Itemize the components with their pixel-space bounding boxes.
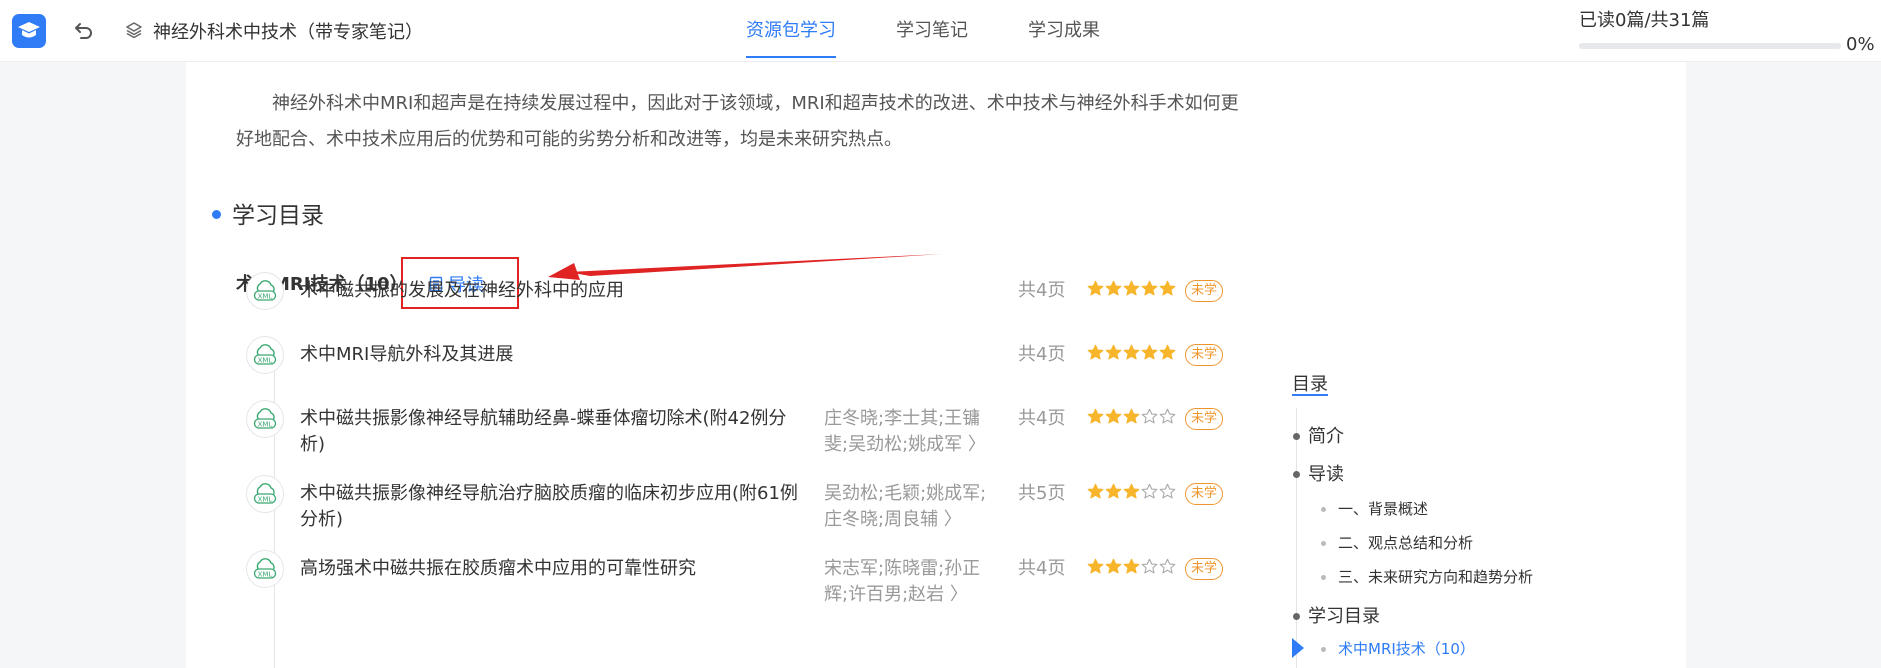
star-empty-icon [1159, 408, 1176, 424]
star-filled-icon [1087, 344, 1104, 360]
star-filled-icon [1123, 280, 1140, 296]
svg-text:XML: XML [258, 292, 273, 300]
app-logo[interactable] [12, 14, 46, 48]
article-rating [1087, 408, 1176, 425]
star-filled-icon [1087, 483, 1104, 499]
article-pages: 共4页 [1018, 280, 1066, 301]
star-empty-icon [1141, 408, 1158, 424]
star-filled-icon [1123, 483, 1140, 499]
status-badge: 未学 [1185, 344, 1224, 366]
xml-icon: XML [246, 475, 284, 513]
toc-title: 目录 [1292, 374, 1328, 395]
section-title: 学习目录 [232, 203, 324, 229]
article-pages: 共5页 [1018, 483, 1066, 504]
graduation-cap-icon [18, 22, 40, 38]
tab-study-notes[interactable]: 学习笔记 [896, 16, 968, 58]
svg-text:XML: XML [258, 356, 273, 364]
star-filled-icon [1105, 483, 1122, 499]
section-bullet [212, 210, 221, 219]
star-empty-icon [1141, 558, 1158, 574]
article-authors[interactable]: 庄冬晓;李士其;王镛斐;吴劲松;姚成军 〉 [824, 406, 1004, 458]
star-empty-icon [1159, 558, 1176, 574]
toc-current-marker-icon [1292, 638, 1304, 658]
layers-icon [124, 20, 144, 40]
article-title[interactable]: 术中磁共振影像神经导航治疗脑胶质瘤的临床初步应用(附61例分析) [300, 481, 805, 533]
article-pages: 共4页 [1018, 558, 1066, 579]
article-rating [1087, 558, 1176, 575]
star-filled-icon [1105, 408, 1122, 424]
xml-icon: XML [246, 272, 284, 310]
article-title[interactable]: 高场强术中磁共振在胶质瘤术中应用的可靠性研究 [300, 556, 805, 582]
star-filled-icon [1159, 344, 1176, 360]
status-badge: 未学 [1185, 408, 1224, 430]
top-header: 神经外科术中技术（带专家笔记） 资源包学习 学习笔记 学习成果 已读0篇/共31… [0, 0, 1881, 62]
xml-icon: XML [246, 550, 284, 588]
svg-text:XML: XML [258, 420, 273, 428]
toc-item[interactable]: 导读 [1308, 460, 1344, 486]
tab-study-results[interactable]: 学习成果 [1028, 16, 1100, 58]
article-pages: 共4页 [1018, 344, 1066, 365]
back-icon[interactable] [72, 19, 96, 43]
toc-bullet [1321, 647, 1326, 652]
star-filled-icon [1141, 344, 1158, 360]
article-rating [1087, 280, 1176, 297]
toc-item[interactable]: 一、背景概述 [1338, 498, 1428, 519]
star-filled-icon [1123, 558, 1140, 574]
article-rating [1087, 344, 1176, 361]
star-filled-icon [1087, 408, 1104, 424]
star-filled-icon [1123, 344, 1140, 360]
article-rating [1087, 483, 1176, 500]
toc-line [1296, 408, 1297, 668]
svg-text:XML: XML [258, 495, 273, 503]
star-filled-icon [1123, 408, 1140, 424]
toc-item[interactable]: 学习目录 [1308, 602, 1380, 628]
toc-item[interactable]: 二、观点总结和分析 [1338, 532, 1473, 553]
xml-icon: XML [246, 400, 284, 438]
article-title[interactable]: 术中磁共振的发展及在神经外科中的应用 [300, 278, 805, 304]
toc-bullet [1321, 541, 1326, 546]
article-title[interactable]: 术中MRI导航外科及其进展 [300, 342, 805, 368]
tab-resource-study[interactable]: 资源包学习 [746, 16, 836, 58]
star-filled-icon [1105, 280, 1122, 296]
reading-progress-text: 已读0篇/共31篇 [1579, 10, 1710, 31]
status-badge: 未学 [1185, 558, 1224, 580]
toc-title-underline [1292, 394, 1328, 396]
article-pages: 共4页 [1018, 408, 1066, 429]
reading-progress-percent: 0% [1846, 34, 1875, 55]
svg-text:XML: XML [258, 570, 273, 578]
star-filled-icon [1159, 280, 1176, 296]
toc-item[interactable]: 简介 [1308, 422, 1344, 448]
status-badge: 未学 [1185, 280, 1224, 302]
star-empty-icon [1159, 483, 1176, 499]
course-title: 神经外科术中技术（带专家笔记） [153, 22, 423, 43]
toc-bullet [1293, 471, 1300, 478]
intro-paragraph: 神经外科术中MRI和超声是在持续发展过程中，因此对于该领域，MRI和超声技术的改… [236, 93, 1239, 150]
toc-item[interactable]: 三、未来研究方向和趋势分析 [1338, 566, 1533, 587]
article-title[interactable]: 术中磁共振影像神经导航辅助经鼻-蝶垂体瘤切除术(附42例分析) [300, 406, 805, 458]
star-filled-icon [1087, 280, 1104, 296]
article-authors[interactable]: 宋志军;陈晓雷;孙正辉;许百男;赵岩 〉 [824, 556, 1004, 608]
status-badge: 未学 [1185, 483, 1224, 505]
toc-bullet [1293, 613, 1300, 620]
reading-progress-bar [1579, 43, 1841, 49]
article-authors[interactable]: 吴劲松;毛颖;姚成军;庄冬晓;周良辅 〉 [824, 481, 1004, 533]
star-filled-icon [1105, 344, 1122, 360]
star-empty-icon [1141, 483, 1158, 499]
star-filled-icon [1087, 558, 1104, 574]
toc-bullet [1293, 433, 1300, 440]
star-filled-icon [1105, 558, 1122, 574]
star-filled-icon [1141, 280, 1158, 296]
toc-bullet [1321, 575, 1326, 580]
xml-icon: XML [246, 336, 284, 374]
toc-bullet [1321, 507, 1326, 512]
toc-item[interactable]: 术中MRI技术（10） [1338, 638, 1475, 659]
